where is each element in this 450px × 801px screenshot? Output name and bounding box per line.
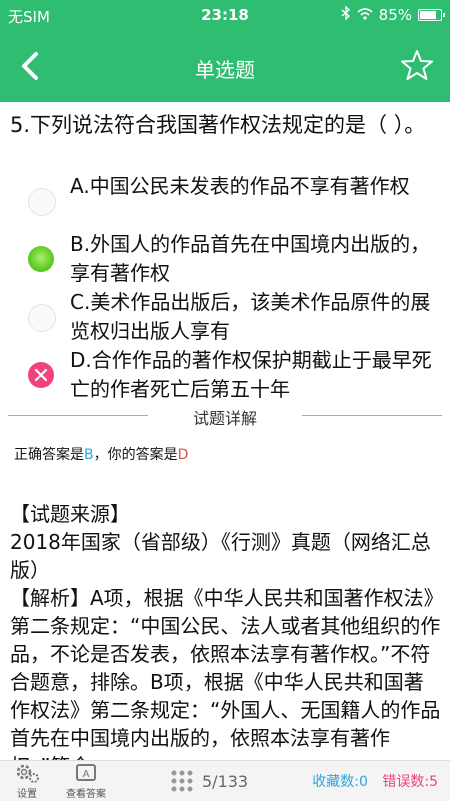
answer-middle: ，你的答案是 — [93, 447, 178, 463]
favorite-count: 收藏数:0 — [312, 774, 368, 790]
option-label: B.外国人的作品首先在中国境内出版的，享有著作权 — [70, 232, 431, 285]
svg-text:A: A — [83, 769, 90, 780]
view-answer-label: 查看答案 — [66, 789, 106, 800]
explanation-panel[interactable]: 【试题来源】 2018年国家（省部级）《行测》真题（网络汇总版） 【解析】A项，… — [10, 500, 442, 760]
status-bar: 无SIM 23:18 85% — [0, 0, 450, 30]
radio-unselected-icon — [28, 188, 56, 216]
question-navigator[interactable]: 5/133 — [170, 769, 248, 793]
wrong-answer-icon — [28, 362, 54, 388]
view-answer-button[interactable]: A 查看答案 — [66, 763, 106, 800]
wifi-icon — [357, 6, 373, 24]
analysis-text: 【解析】A项，根据《中华人民共和国著作权法》第二条规定：“中国公民、法人或者其他… — [10, 586, 441, 760]
settings-label: 设置 — [17, 789, 37, 800]
battery-icon — [418, 9, 445, 21]
option-label: A.中国公民未发表的作品不享有著作权 — [70, 174, 410, 198]
divider-line — [302, 415, 442, 416]
nav-bar: 单选题 — [0, 30, 450, 102]
correct-indicator-icon — [28, 246, 54, 272]
settings-button[interactable]: 设置 — [14, 763, 40, 800]
option-a[interactable]: A.中国公民未发表的作品不享有著作权 — [0, 172, 450, 230]
stats: 收藏数:0 错误数:5 — [312, 771, 438, 791]
grid-icon — [171, 770, 193, 792]
radio-unselected-icon — [28, 304, 56, 332]
battery-percent: 85% — [378, 6, 412, 24]
option-b[interactable]: B.外国人的作品首先在中国境内出版的，享有著作权 — [0, 230, 450, 288]
detail-divider: 试题详解 — [8, 405, 442, 435]
wrong-count: 错误数:5 — [382, 774, 438, 790]
page-title: 单选题 — [195, 58, 255, 82]
favorite-button[interactable] — [400, 48, 434, 82]
bottom-toolbar: 设置 A 查看答案 5/133 收藏数:0 错误数:5 — [0, 760, 450, 801]
your-answer: D — [177, 447, 189, 463]
option-label: C.美术作品出版后，该美术作品原件的展览权归出版人享有 — [70, 290, 431, 343]
detail-label: 试题详解 — [192, 409, 257, 428]
page-counter: 5/133 — [202, 771, 249, 791]
question-text: 5.下列说法符合我国著作权法规定的是（ ）。 — [10, 113, 426, 137]
answer-prefix: 正确答案是 — [14, 447, 84, 463]
answer-summary: 正确答案是B，你的答案是D — [14, 444, 188, 464]
gear-icon — [16, 764, 39, 783]
option-d[interactable]: D.合作作品的著作权保护期截止于最早死亡的作者死亡后第五十年 — [0, 346, 450, 404]
answer-card-icon: A — [76, 764, 96, 781]
bluetooth-icon — [341, 5, 351, 24]
source-text: 2018年国家（省部级）《行测》真题（网络汇总版） — [10, 530, 431, 582]
star-icon — [401, 50, 433, 80]
status-indicators: 85% — [341, 5, 445, 24]
options-list: A.中国公民未发表的作品不享有著作权 B.外国人的作品首先在中国境内出版的，享有… — [0, 172, 450, 404]
option-c[interactable]: C.美术作品出版后，该美术作品原件的展览权归出版人享有 — [0, 288, 450, 346]
correct-answer: B — [84, 447, 94, 463]
source-heading: 【试题来源】 — [10, 502, 130, 526]
option-label: D.合作作品的著作权保护期截止于最早死亡的作者死亡后第五十年 — [70, 348, 432, 401]
